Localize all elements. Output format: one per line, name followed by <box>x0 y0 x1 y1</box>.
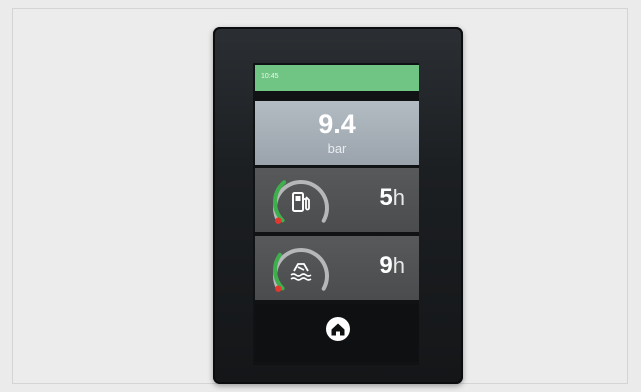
fuel-hours: 5h <box>379 184 405 212</box>
pressure-value: 9.4 <box>318 109 356 139</box>
status-bar: 10:45 <box>255 65 419 91</box>
fuel-hours-value: 5 <box>379 184 393 211</box>
tank-hours-value: 9 <box>379 252 393 279</box>
home-icon[interactable] <box>325 316 351 342</box>
fuel-pump-icon <box>292 192 310 212</box>
tank-tile[interactable]: 9h <box>255 236 419 300</box>
pressure-unit: bar <box>327 141 347 156</box>
status-time: 10:45 <box>261 73 279 80</box>
tank-gauge-alert-dot <box>275 285 282 292</box>
tank-hours-unit: h <box>392 253 405 278</box>
pressure-tile[interactable]: 9.4 bar <box>255 101 419 165</box>
bottom-nav <box>255 304 419 362</box>
tank-hours: 9h <box>379 252 405 280</box>
device-screen: 10:45 9.4 bar 5h 9h <box>253 63 419 365</box>
fuel-tile[interactable]: 5h <box>255 168 419 232</box>
image-frame: 10:45 9.4 bar 5h 9h <box>12 8 628 384</box>
fuel-hours-unit: h <box>392 185 405 210</box>
device-bezel: 10:45 9.4 bar 5h 9h <box>213 27 463 384</box>
water-tank-icon <box>290 263 312 281</box>
fuel-gauge-alert-dot <box>275 217 282 224</box>
